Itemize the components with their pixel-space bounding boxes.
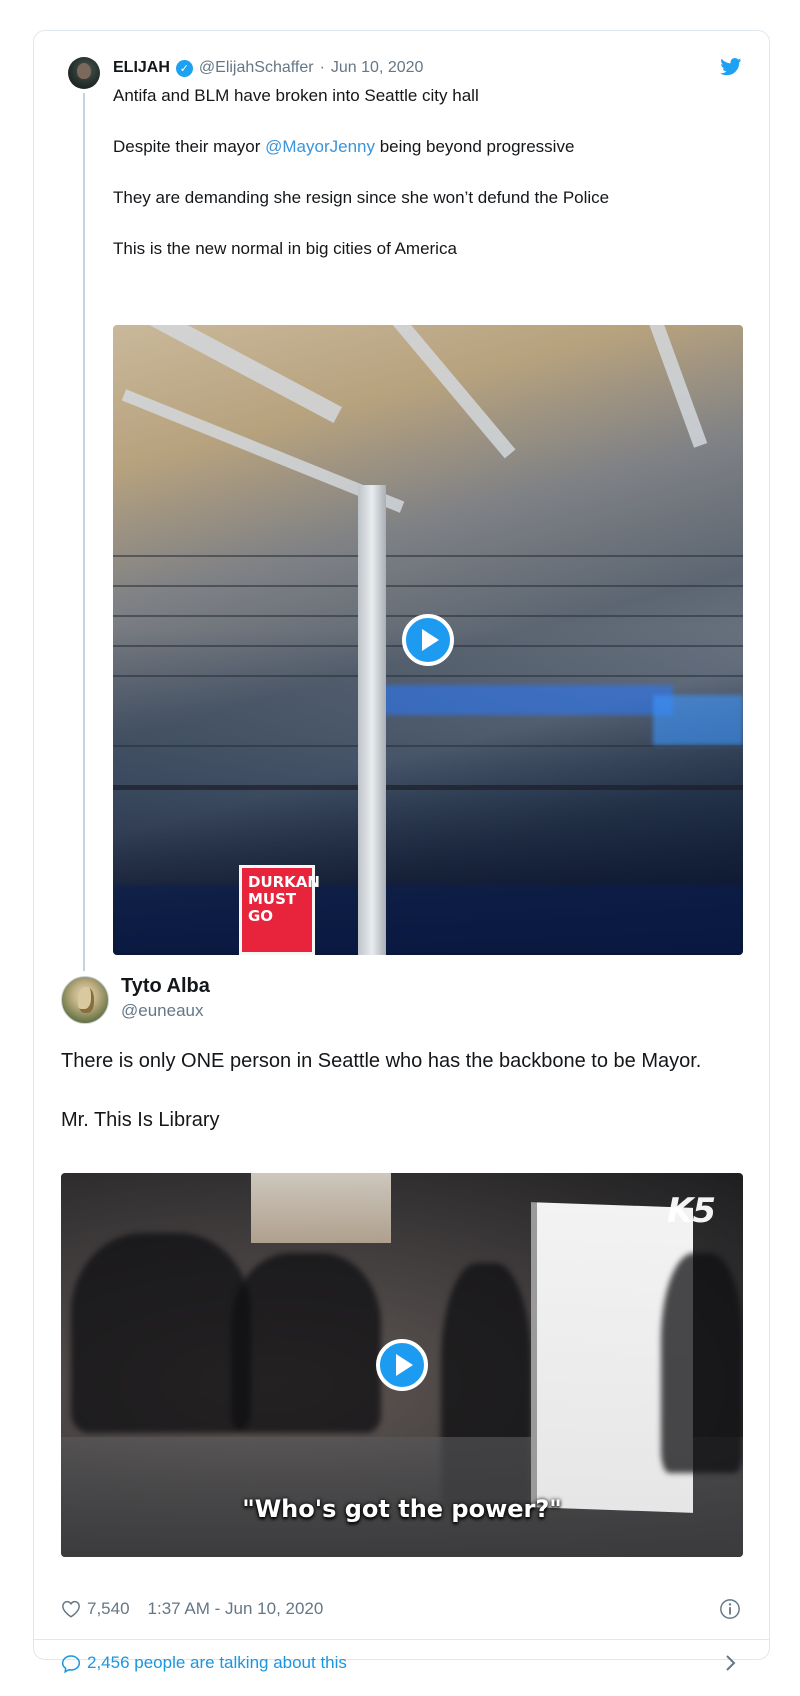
tweet-timestamp[interactable]: 1:37 AM - Jun 10, 2020	[148, 1599, 324, 1619]
header-separator: ·	[319, 59, 325, 76]
author-handle[interactable]: @euneaux	[121, 1001, 204, 1021]
pillar	[358, 485, 386, 955]
talking-count[interactable]: 2,456 people are talking about this	[87, 1653, 347, 1673]
thread-line	[83, 93, 85, 971]
station-logo: K5	[666, 1191, 716, 1231]
video-caption: "Who's got the power?"	[242, 1495, 562, 1523]
heart-icon[interactable]	[61, 1600, 81, 1618]
quoted-tweet-text: Antifa and BLM have broken into Seattle …	[113, 85, 743, 259]
crowd-right	[661, 1253, 743, 1473]
quoted-tweet-header: ELIJAH ✓ @ElijahSchaffer · Jun 10, 2020	[113, 58, 423, 78]
speech-bubble-icon	[61, 1654, 81, 1673]
play-icon[interactable]	[402, 614, 454, 666]
railing-line	[113, 585, 743, 587]
conversation-link[interactable]: 2,456 people are talking about this	[61, 1651, 741, 1675]
mention-link[interactable]: @MayorJenny	[265, 137, 375, 156]
tweet-text: There is only ONE person in Seattle who …	[61, 1047, 741, 1165]
ceiling-beam	[350, 325, 516, 459]
tweet-text-paragraph-2: Mr. This Is Library	[61, 1109, 220, 1131]
quoted-author-avatar[interactable]	[68, 57, 100, 89]
railing-line	[113, 745, 743, 747]
crowd-glow	[373, 685, 673, 715]
author-avatar[interactable]	[61, 976, 109, 1024]
crowd-glow	[653, 695, 743, 745]
like-count[interactable]: 7,540	[87, 1599, 130, 1619]
tweet-embed-card: ELIJAH ✓ @ElijahSchaffer · Jun 10, 2020 …	[33, 30, 770, 1673]
quoted-line-2-end: being beyond progressive	[374, 137, 575, 156]
railing-line	[113, 675, 743, 677]
verified-badge-icon: ✓	[175, 59, 193, 77]
chevron-right-icon[interactable]	[725, 1654, 737, 1672]
quoted-line-4: This is the new normal in big cities of …	[113, 239, 457, 258]
twitter-bird-icon[interactable]	[720, 58, 742, 76]
floor-edge	[113, 785, 743, 790]
tweet-video[interactable]: K5 "Who's got the power?"	[61, 1173, 743, 1557]
footer-divider	[34, 1639, 769, 1640]
quoted-line-2: Despite their mayor @MayorJenny being be…	[113, 136, 743, 157]
quoted-tweet-date[interactable]: Jun 10, 2020	[331, 59, 424, 77]
background-window	[251, 1173, 391, 1243]
tweet-text-paragraph-1: There is only ONE person in Seattle who …	[61, 1050, 702, 1072]
protest-sign: DURKAN MUST GO	[239, 865, 320, 955]
author-name[interactable]: Tyto Alba	[121, 975, 210, 998]
quoted-line-1: Antifa and BLM have broken into Seattle …	[113, 86, 479, 105]
quoted-author-name[interactable]: ELIJAH	[113, 59, 170, 77]
quoted-author-handle[interactable]: @ElijahSchaffer	[199, 59, 314, 77]
railing-line	[113, 555, 743, 557]
info-icon[interactable]	[719, 1598, 741, 1620]
ceiling-beam	[618, 325, 708, 448]
quoted-line-3: They are demanding she resign since she …	[113, 188, 610, 207]
play-icon[interactable]	[376, 1339, 428, 1391]
crowd-middle	[231, 1253, 381, 1433]
quoted-line-2-start: Despite their mayor	[113, 137, 266, 156]
crowd-left	[71, 1233, 251, 1433]
quoted-tweet-video[interactable]: DURKAN MUST GO	[113, 325, 743, 955]
lower-crowd	[113, 885, 743, 955]
tweet-meta: 7,540 1:37 AM - Jun 10, 2020	[61, 1597, 741, 1621]
